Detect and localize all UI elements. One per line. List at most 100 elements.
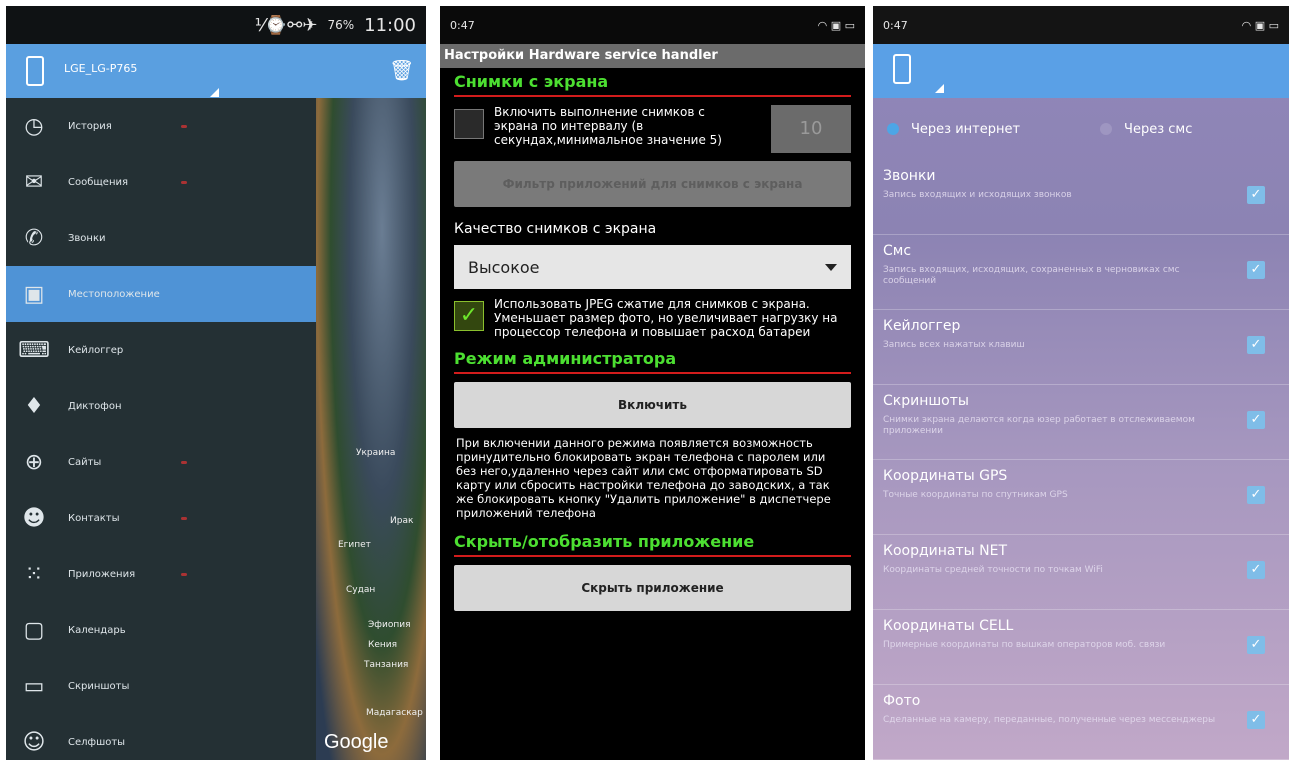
- map-label: Танзания: [364, 660, 409, 670]
- dropdown-corner-icon[interactable]: [210, 88, 219, 97]
- nav-item-label: Сайты: [68, 456, 102, 468]
- nav-item-messages[interactable]: ✉ Сообщения: [6, 154, 316, 210]
- divider: [454, 372, 851, 374]
- filter-apps-button[interactable]: Фильтр приложений для снимков с экрана: [454, 161, 851, 207]
- nav-item-label: Сообщения: [68, 176, 129, 188]
- tracking-settings-screen: 0:47 ◠ ▣ ▭ Через интернет Через смс Звон…: [873, 6, 1289, 760]
- setting-checkbox[interactable]: ✓: [1247, 261, 1265, 279]
- setting-checkbox[interactable]: ✓: [1247, 561, 1265, 579]
- setting-description: Запись входящих и исходящих звонков: [883, 190, 1072, 200]
- nav-item-contacts[interactable]: ☻ Контакты: [6, 490, 316, 546]
- app-bar: LGE_LG-P765 🗑: [6, 44, 426, 98]
- phone-icon: [26, 56, 44, 86]
- map-view[interactable]: Украина Египет Судан Эфиопия Кения Танза…: [316, 98, 426, 760]
- jpeg-label: Использовать JPEG сжатие для снимков с э…: [494, 297, 838, 339]
- status-bar: 0:47 ◠ ▣ ▭: [873, 6, 1289, 44]
- setting-sms[interactable]: Смс Запись входящих, исходящих, сохранен…: [873, 235, 1289, 310]
- setting-photo[interactable]: Фото Сделанные на камеру, переданные, по…: [873, 685, 1289, 760]
- nav-item-label: Местоположение: [68, 288, 160, 300]
- setting-keylogger[interactable]: Кейлоггер Запись всех нажатых клавиш ✓: [873, 310, 1289, 385]
- setting-checkbox[interactable]: ✓: [1247, 411, 1265, 429]
- quality-select[interactable]: Высокое: [454, 245, 851, 289]
- status-time: 0:47: [883, 18, 908, 32]
- dropdown-corner-icon[interactable]: [935, 84, 944, 93]
- trash-icon[interactable]: 🗑: [389, 59, 414, 81]
- google-logo: Google: [324, 731, 389, 753]
- setting-gps[interactable]: Координаты GPS Точные координаты по спут…: [873, 460, 1289, 535]
- nav-item-label: История: [68, 120, 112, 132]
- divider: [454, 95, 851, 97]
- status-bar: ⅟⌚⚯✈ 76% 11:00: [6, 6, 426, 44]
- navigation-drawer-screen: ⅟⌚⚯✈ 76% 11:00 Украина Египет Судан Эфио…: [6, 6, 426, 760]
- apps-icon: ⁙: [24, 561, 44, 587]
- map-label: Судан: [346, 585, 376, 595]
- jpeg-checkbox[interactable]: ✓: [454, 301, 484, 331]
- calendar-icon: ▢: [23, 617, 45, 643]
- badge: [181, 461, 187, 464]
- interval-input[interactable]: 10: [771, 105, 851, 153]
- nav-item-label: Селфшоты: [68, 736, 126, 748]
- map-label: Эфиопия: [368, 620, 411, 630]
- setting-cell[interactable]: Координаты CELL Примерные координаты по …: [873, 610, 1289, 685]
- radio-label: Через интернет: [911, 121, 1021, 137]
- device-name[interactable]: LGE_LG-P765: [64, 62, 137, 75]
- nav-item-label: Диктофон: [68, 400, 122, 412]
- jpeg-row: ✓ Использовать JPEG сжатие для снимков с…: [440, 297, 865, 339]
- radio-sms[interactable]: Через смс: [1100, 122, 1192, 137]
- nav-item-history[interactable]: ◷ История: [6, 98, 316, 154]
- setting-description: Снимки экрана делаются когда юзер работа…: [883, 415, 1195, 436]
- globe-icon: ⊕: [24, 449, 44, 475]
- setting-description: Запись входящих, исходящих, сохраненных …: [883, 265, 1180, 286]
- keyboard-icon: ⌨: [18, 337, 50, 363]
- setting-net[interactable]: Координаты NET Координаты средней точнос…: [873, 535, 1289, 610]
- status-time: 0:47: [450, 18, 475, 32]
- chevron-down-icon: [825, 263, 837, 271]
- hide-app-button[interactable]: Скрыть приложение: [454, 565, 851, 611]
- enable-admin-button[interactable]: Включить: [454, 382, 851, 428]
- setting-description: Сделанные на камеру, переданные, получен…: [883, 715, 1216, 725]
- status-time: 11:00: [364, 14, 416, 36]
- nav-item-label: Звонки: [68, 232, 106, 244]
- map-label: Украина: [356, 448, 396, 458]
- nav-item-keylogger[interactable]: ⌨ Кейлоггер: [6, 322, 316, 378]
- microphone-icon: ♦: [24, 393, 44, 419]
- status-icons: ◠ ▣ ▭: [817, 18, 855, 32]
- checkmark-icon: ✓: [459, 303, 479, 328]
- battery-level: 76%: [327, 18, 355, 32]
- map-label: Мадагаскар: [366, 708, 423, 718]
- map-label: Кения: [368, 640, 398, 650]
- setting-checkbox[interactable]: ✓: [1247, 711, 1265, 729]
- setting-checkbox[interactable]: ✓: [1247, 636, 1265, 654]
- nav-item-screenshots[interactable]: ▭ Скриншоты: [6, 658, 316, 714]
- setting-checkbox[interactable]: ✓: [1247, 336, 1265, 354]
- phone-icon: ✆: [24, 225, 44, 251]
- setting-checkbox[interactable]: ✓: [1247, 186, 1265, 204]
- setting-title: Кейлоггер: [883, 318, 961, 334]
- nav-item-label: Скриншоты: [68, 680, 130, 692]
- nav-item-apps[interactable]: ⁙ Приложения: [6, 546, 316, 602]
- window-title: Настройки Hardware service handler: [440, 44, 865, 68]
- nav-item-sites[interactable]: ⊕ Сайты: [6, 434, 316, 490]
- clock-icon: ◷: [24, 113, 44, 139]
- nav-item-selfies[interactable]: ☺ Селфшоты: [6, 714, 316, 760]
- setting-title: Координаты CELL: [883, 618, 1014, 634]
- section-header: Режим администратора: [454, 349, 677, 368]
- settings-screen: 0:47 ◠ ▣ ▭ Настройки Hardware service ha…: [440, 6, 865, 760]
- nav-item-calls[interactable]: ✆ Звонки: [6, 210, 316, 266]
- status-icons: ◠ ▣ ▭: [1241, 18, 1279, 32]
- interval-checkbox[interactable]: [454, 109, 484, 139]
- badge: [181, 517, 187, 520]
- nav-item-calendar[interactable]: ▢ Календарь: [6, 602, 316, 658]
- setting-checkbox[interactable]: ✓: [1247, 486, 1265, 504]
- setting-calls[interactable]: Звонки Запись входящих и исходящих звонк…: [873, 160, 1289, 235]
- setting-screenshots[interactable]: Скриншоты Снимки экрана делаются когда ю…: [873, 385, 1289, 460]
- setting-description: Примерные координаты по вышкам операторо…: [883, 640, 1166, 650]
- map-icon: ▣: [23, 281, 45, 307]
- setting-title: Координаты NET: [883, 543, 1007, 559]
- nav-item-location[interactable]: ▣ Местоположение: [6, 266, 316, 322]
- nav-item-recorder[interactable]: ♦ Диктофон: [6, 378, 316, 434]
- setting-title: Скриншоты: [883, 393, 969, 409]
- setting-title: Координаты GPS: [883, 468, 1008, 484]
- setting-title: Звонки: [883, 168, 936, 184]
- radio-internet[interactable]: Через интернет: [887, 122, 1020, 137]
